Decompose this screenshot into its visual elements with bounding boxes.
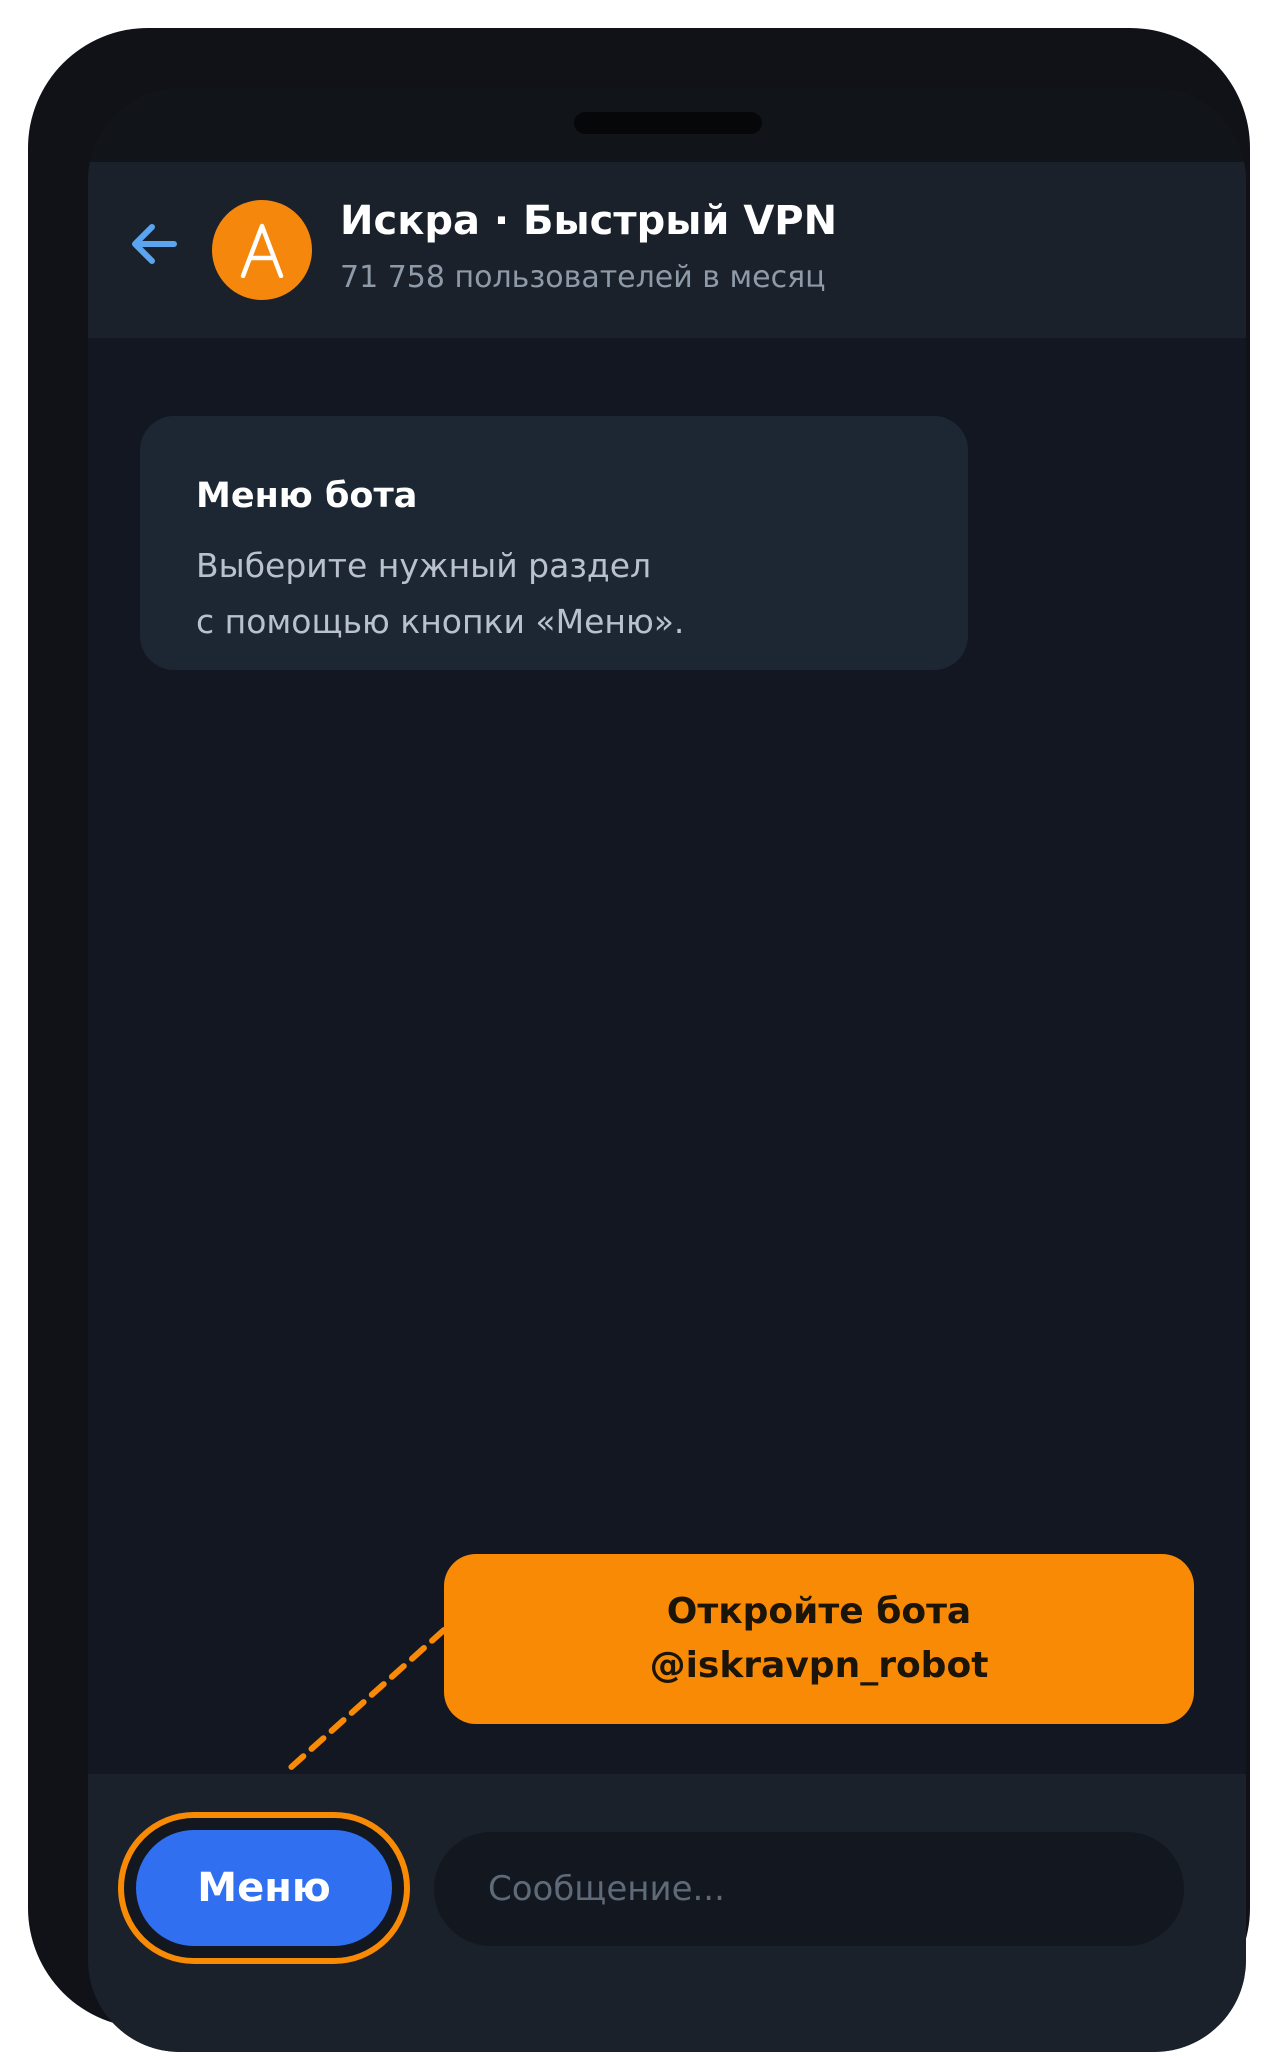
phone-frame: Искра · Быстрый VPN 71 758 пользователей… [28, 28, 1250, 2052]
input-bar: Меню [88, 1774, 1246, 2052]
chat-subtitle: 71 758 пользователей в месяц [340, 260, 826, 295]
hint-callout: Откройте бота @iskravpn_robot [444, 1554, 1194, 1724]
menu-button[interactable]: Меню [136, 1830, 392, 1946]
back-button[interactable] [124, 214, 184, 274]
phone-screen: Искра · Быстрый VPN 71 758 пользователей… [88, 88, 1246, 2052]
message-title: Меню бота [196, 476, 418, 516]
message-input[interactable] [434, 1832, 1184, 1946]
arrow-left-icon [132, 224, 177, 264]
message-bubble: Меню бота Выберите нужный раздел с помощ… [140, 416, 968, 670]
speaker-notch [574, 112, 762, 134]
status-area [88, 88, 1246, 162]
chat-title: Искра · Быстрый VPN [340, 198, 838, 244]
avatar[interactable] [212, 200, 312, 300]
letter-a-icon [240, 223, 284, 278]
callout-line-1: Откройте бота [666, 1591, 972, 1632]
chat-header: Искра · Быстрый VPN 71 758 пользователей… [88, 162, 1246, 338]
message-text: Выберите нужный раздел с помощью кнопки … [196, 546, 685, 641]
callout-connector [285, 1627, 447, 1773]
callout-line-2: @iskravpn_robot [649, 1645, 989, 1686]
